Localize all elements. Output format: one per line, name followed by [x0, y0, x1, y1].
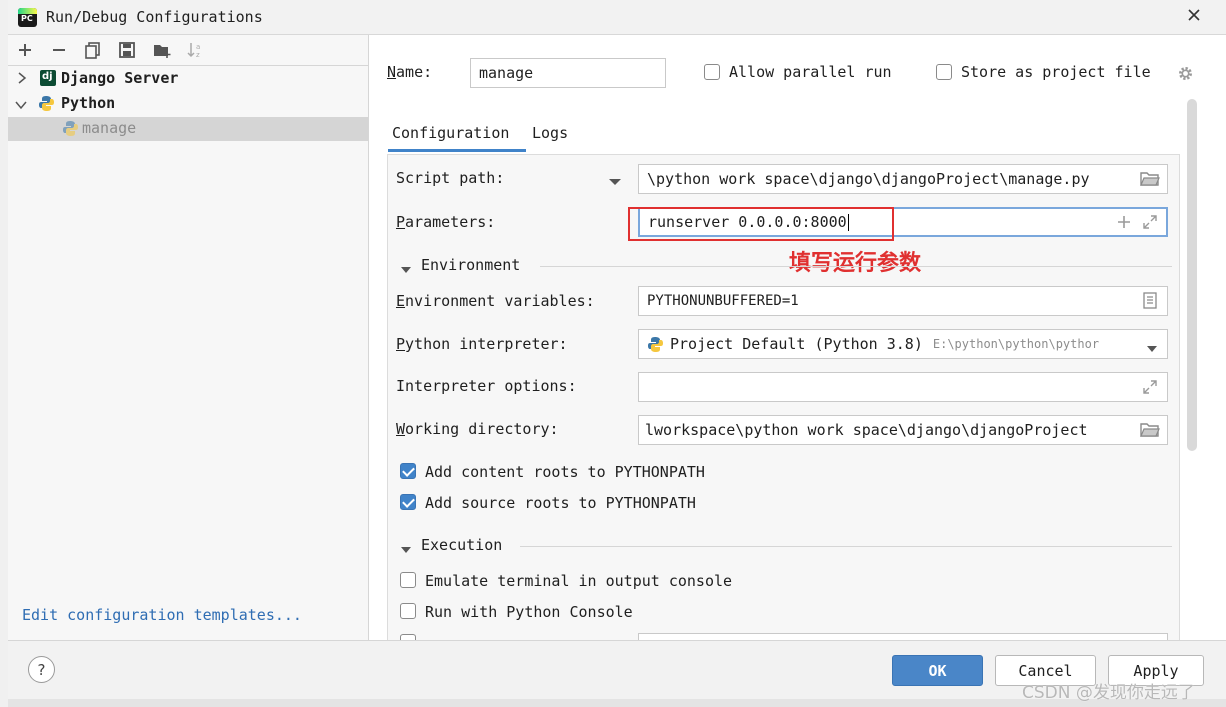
watermark: CSDN @发现你走远了 [1022, 683, 1195, 703]
help-button[interactable]: ? [28, 656, 55, 683]
working-dir-input[interactable]: lworkspace\python work space\django\djan… [638, 415, 1168, 445]
execution-divider [520, 546, 1172, 547]
content-roots-label[interactable]: Add content roots to PYTHONPATH [425, 463, 705, 481]
edit-env-vars-icon[interactable] [1143, 292, 1157, 309]
execution-section-title[interactable]: Execution [421, 536, 502, 554]
interpreter-dropdown-icon[interactable] [1146, 340, 1158, 358]
python-console-label[interactable]: Run with Python Console [425, 603, 633, 621]
annotation-highlight-box [628, 207, 894, 241]
source-roots-checkbox[interactable] [400, 494, 416, 510]
env-vars-input[interactable]: PYTHONUNBUFFERED=1 [638, 286, 1168, 316]
emulate-terminal-label[interactable]: Emulate terminal in output console [425, 572, 732, 590]
interpreter-label-rest: ython interpreter: [405, 335, 568, 353]
folder-icon[interactable] [1140, 170, 1160, 188]
env-vars-label: Environment variables: [396, 292, 595, 310]
tree-node-django-server[interactable]: dj Django Server [8, 67, 368, 91]
interpreter-label: Python interpreter: [396, 335, 568, 353]
env-vars-value: PYTHONUNBUFFERED=1 [647, 293, 799, 309]
parameters-label-rest: arameters: [405, 213, 496, 231]
django-icon: dj [40, 70, 56, 86]
expand-options-icon[interactable] [1142, 379, 1158, 395]
store-project-label[interactable]: Store as project file [961, 63, 1151, 81]
tab-configuration-label: Configuration [392, 124, 510, 142]
add-macro-icon[interactable] [1116, 214, 1132, 230]
interp-options-input[interactable] [638, 372, 1168, 402]
chevron-right-icon[interactable] [16, 71, 28, 89]
python-interpreter-icon [647, 336, 664, 353]
script-path-value: \python work space\django\djangoProject\… [647, 170, 1090, 188]
sort-icon[interactable]: az [186, 40, 206, 60]
script-path-mode-dropdown-icon[interactable] [608, 173, 622, 191]
add-icon[interactable] [16, 41, 34, 59]
tab-logs-label: Logs [532, 124, 569, 142]
store-project-checkbox[interactable] [936, 64, 952, 80]
tab-selected-indicator [388, 149, 526, 152]
content-roots-checkbox[interactable] [400, 463, 416, 479]
partial-input[interactable] [638, 633, 1168, 640]
env-vars-label-rest: nvironment variables: [405, 292, 595, 310]
name-label-rest: ame: [396, 63, 433, 81]
script-path-label: Script path: [396, 169, 505, 187]
script-path-input[interactable]: \python work space\django\djangoProject\… [638, 164, 1168, 194]
scrollbar-thumb[interactable] [1187, 99, 1197, 451]
environment-collapse-icon[interactable] [400, 261, 412, 279]
allow-parallel-label[interactable]: Allow parallel run [729, 63, 892, 81]
name-input-value: manage [479, 64, 534, 82]
interp-options-label: Interpreter options: [396, 377, 577, 395]
working-dir-label-rest: orking directory: [405, 420, 559, 438]
apply-button-label: Apply [1133, 661, 1179, 680]
tab-logs[interactable]: Logs [530, 120, 580, 154]
tree-label-django-server: Django Server [61, 69, 179, 87]
close-icon[interactable] [1185, 6, 1203, 24]
interpreter-select[interactable]: Project Default (Python 3.8) E:\python\p… [638, 329, 1168, 359]
save-icon[interactable] [118, 41, 136, 59]
folder-icon[interactable] [1140, 421, 1160, 439]
tree-node-manage-selected[interactable]: manage [8, 117, 368, 141]
emulate-terminal-checkbox[interactable] [400, 572, 416, 588]
gear-icon[interactable] [1177, 65, 1194, 82]
execution-collapse-icon[interactable] [400, 541, 412, 559]
python-console-checkbox[interactable] [400, 603, 416, 619]
tab-configuration[interactable]: Configuration [388, 120, 526, 154]
python-icon [38, 95, 55, 112]
copy-icon[interactable] [84, 41, 102, 59]
working-dir-label: Working directory: [396, 420, 559, 438]
cancel-button-label: Cancel [1018, 661, 1073, 680]
svg-text:a: a [196, 43, 200, 51]
new-folder-icon[interactable] [152, 41, 172, 59]
left-toolbar-divider [8, 65, 368, 66]
chevron-down-icon[interactable] [14, 97, 28, 115]
python-file-icon [62, 120, 79, 137]
tree-label-python: Python [61, 94, 116, 112]
tree-label-manage: manage [82, 119, 137, 137]
help-icon: ? [37, 660, 46, 679]
environment-section-title[interactable]: Environment [421, 256, 520, 274]
allow-parallel-checkbox[interactable] [704, 64, 720, 80]
pycharm-logo-icon: PC [18, 8, 37, 27]
parameters-label: Parameters: [396, 213, 496, 231]
name-input[interactable]: manage [470, 58, 666, 88]
remove-icon[interactable] [50, 41, 68, 59]
environment-divider [540, 266, 1172, 267]
ok-button[interactable]: OK [892, 655, 983, 686]
source-roots-label[interactable]: Add source roots to PYTHONPATH [425, 494, 696, 512]
annotation-text: 填写运行参数 [789, 251, 922, 276]
window-title: Run/Debug Configurations [46, 8, 263, 26]
ok-button-label: OK [928, 661, 947, 680]
svg-text:z: z [196, 51, 200, 59]
tree-node-python[interactable]: Python [8, 92, 368, 116]
interpreter-value: Project Default (Python 3.8) [670, 335, 923, 353]
interpreter-path: E:\python\python\pythor [932, 337, 1100, 351]
edit-templates-link[interactable]: Edit configuration templates... [22, 606, 302, 624]
name-label: Name: [387, 63, 433, 81]
expand-icon[interactable] [1142, 214, 1158, 230]
working-dir-value: lworkspace\python work space\django\djan… [645, 421, 1088, 439]
